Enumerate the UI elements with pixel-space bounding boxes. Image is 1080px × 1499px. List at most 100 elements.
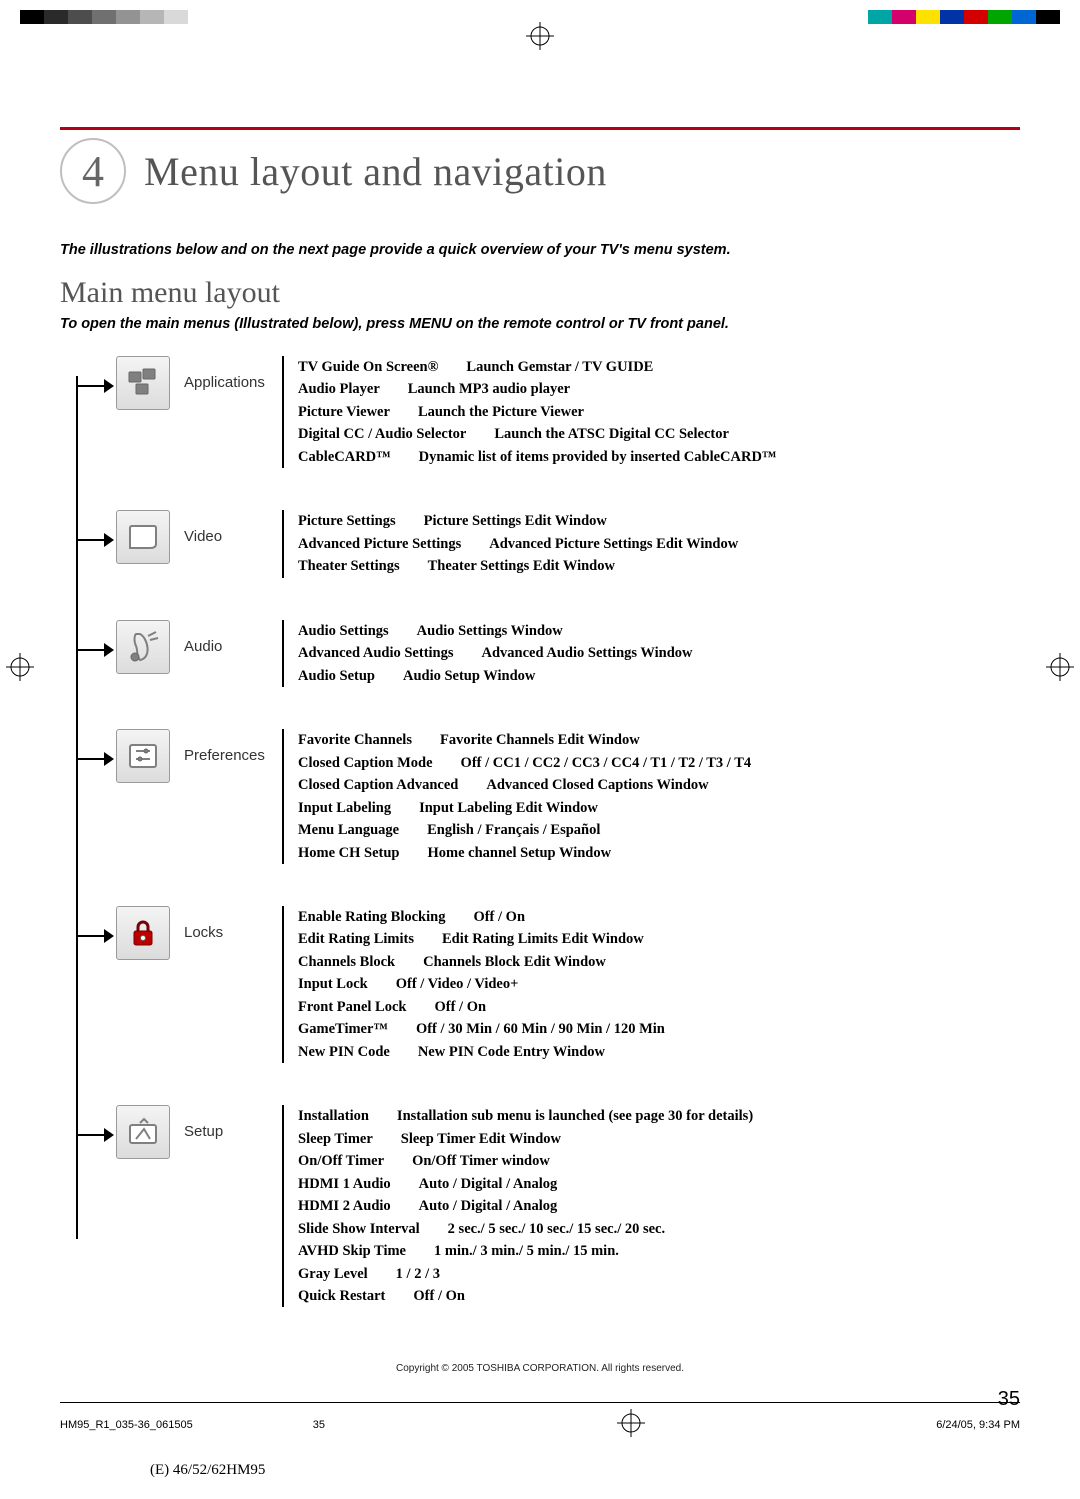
menu-item-row: New PIN CodeNew PIN Code Entry Window: [298, 1041, 665, 1063]
menu-item-row: Advanced Audio SettingsAdvanced Audio Se…: [298, 642, 693, 664]
branch-arrow-icon: [76, 638, 116, 662]
menu-item-name: Favorite Channels: [298, 729, 412, 751]
menu-item-row: Favorite ChannelsFavorite Channels Edit …: [298, 729, 751, 751]
menu-item-name: On/Off Timer: [298, 1150, 384, 1172]
menu-item-name: Enable Rating Blocking: [298, 906, 445, 928]
menu-item-value: 1 / 2 / 3: [396, 1263, 440, 1285]
menu-item-row: Sleep Timer Sleep Timer Edit Window: [298, 1128, 753, 1150]
crosshair-icon: [617, 1409, 645, 1440]
chapter-number-badge: 4: [60, 138, 126, 204]
menu-item-value: Auto / Digital / Analog: [419, 1173, 558, 1195]
category-label: Audio: [184, 638, 276, 655]
branch-arrow-icon: [76, 374, 116, 398]
menu-item-row: HDMI 1 AudioAuto / Digital / Analog: [298, 1173, 753, 1195]
menu-item-value: Audio Settings Window: [417, 620, 563, 642]
model-line: (E) 46/52/62HM95: [150, 1462, 1020, 1479]
menu-item-name: Edit Rating Limits: [298, 928, 414, 950]
menu-item-row: Closed Caption ModeOff / CC1 / CC2 / CC3…: [298, 752, 751, 774]
item-group-bar: [282, 1105, 284, 1307]
item-group-bar: [282, 510, 284, 577]
menu-item-value: Off / 30 Min / 60 Min / 90 Min / 120 Min: [416, 1018, 665, 1040]
menu-item-row: Enable Rating BlockingOff / On: [298, 906, 665, 928]
menu-item-name: Sleep Timer: [298, 1128, 373, 1150]
menu-item-row: Digital CC / Audio Selector Launch the AT…: [298, 423, 776, 445]
chapter-title: Menu layout and navigation: [144, 148, 607, 195]
menu-item-value: Launch the Picture Viewer: [418, 401, 584, 423]
menu-item-row: Advanced Picture SettingsAdvanced Pictur…: [298, 533, 738, 555]
menu-item-row: CableCARD™Dynamic list of items provided…: [298, 446, 776, 468]
print-registration-bars: [0, 0, 1080, 24]
menu-item-row: Edit Rating LimitsEdit Rating Limits Edi…: [298, 928, 665, 950]
item-list: Audio SettingsAudio Settings WindowAdvan…: [298, 620, 693, 687]
setup-icon: [116, 1105, 170, 1159]
menu-item-row: TV Guide On Screen® Launch Gemstar / TV G…: [298, 356, 776, 378]
menu-item-value: Theater Settings Edit Window: [428, 555, 615, 577]
menu-item-name: HDMI 2 Audio: [298, 1195, 391, 1217]
menu-item-name: Input Lock: [298, 973, 368, 995]
menu-item-value: Launch the ATSC Digital CC Selector: [494, 423, 729, 445]
color-swatches: [868, 10, 1060, 24]
menu-item-value: 2 sec./ 5 sec./ 10 sec./ 15 sec./ 20 sec…: [448, 1218, 665, 1240]
menu-item-row: Picture SettingsPicture Settings Edit Wi…: [298, 510, 738, 532]
menu-item-name: Input Labeling: [298, 797, 391, 819]
menu-item-name: Digital CC / Audio Selector: [298, 423, 466, 445]
menu-item-value: Advanced Picture Settings Edit Window: [489, 533, 738, 555]
menu-item-value: English / Français / Español: [427, 819, 600, 841]
item-list: Enable Rating BlockingOff / OnEdit Ratin…: [298, 906, 665, 1063]
category-label: Applications: [184, 374, 276, 391]
item-list: Picture SettingsPicture Settings Edit Wi…: [298, 510, 738, 577]
menu-tree: Applications TV Guide On Screen® Launch Ge…: [76, 356, 1020, 1307]
page-number: 35: [998, 1388, 1020, 1411]
audio-icon: [116, 620, 170, 674]
menu-item-value: Off / Video / Video+: [396, 973, 519, 995]
sheet-number: 35: [313, 1419, 325, 1431]
item-group-bar: [282, 620, 284, 687]
doc-id: HM95_R1_035-36_061505: [60, 1419, 193, 1431]
menu-item-name: Gray Level: [298, 1263, 368, 1285]
menu-branch: SetupInstallationInstallation sub menu i…: [76, 1105, 1020, 1307]
menu-item-value: Advanced Closed Captions Window: [486, 774, 708, 796]
menu-branch: Applications TV Guide On Screen® Launch Ge…: [76, 356, 1020, 468]
locks-icon: [116, 906, 170, 960]
menu-item-name: Closed Caption Mode: [298, 752, 433, 774]
item-list: Favorite ChannelsFavorite Channels Edit …: [298, 729, 751, 864]
menu-item-value: Off / On: [434, 996, 486, 1018]
menu-item-row: Channels BlockChannels Block Edit Window: [298, 951, 665, 973]
item-group-bar: [282, 729, 284, 864]
menu-item-name: Home CH Setup: [298, 842, 400, 864]
registration-mark-top: [0, 22, 1080, 55]
menu-item-value: Sleep Timer Edit Window: [401, 1128, 561, 1150]
menu-item-row: Audio PlayerLaunch MP3 audio player: [298, 378, 776, 400]
menu-item-row: Audio SetupAudio Setup Window: [298, 665, 693, 687]
menu-item-name: Slide Show Interval: [298, 1218, 420, 1240]
section-note: To open the main menus (Illustrated belo…: [60, 316, 1020, 332]
menu-item-name: Front Panel Lock: [298, 996, 406, 1018]
menu-item-value: Dynamic list of items provided by insert…: [419, 446, 777, 468]
menu-item-row: Picture Viewer Launch the Picture Viewer: [298, 401, 776, 423]
menu-item-name: AVHD Skip Time: [298, 1240, 406, 1262]
menu-item-row: AVHD Skip Time1 min./ 3 min./ 5 min./ 15…: [298, 1240, 753, 1262]
gray-step-wedge: [20, 10, 212, 24]
menu-item-row: Input Lock Off / Video / Video+: [298, 973, 665, 995]
item-group-bar: [282, 906, 284, 1063]
chapter-rule: [60, 127, 1020, 130]
menu-item-name: Audio Setup: [298, 665, 375, 687]
menu-item-value: Auto / Digital / Analog: [419, 1195, 558, 1217]
menu-item-name: TV Guide On Screen®: [298, 356, 438, 378]
menu-item-row: GameTimer™Off / 30 Min / 60 Min / 90 Min…: [298, 1018, 665, 1040]
menu-item-name: Picture Viewer: [298, 401, 390, 423]
menu-item-name: Audio Player: [298, 378, 380, 400]
menu-item-name: New PIN Code: [298, 1041, 390, 1063]
menu-item-name: Menu Language: [298, 819, 399, 841]
menu-item-row: Slide Show Interval 2 sec./ 5 sec./ 10 se…: [298, 1218, 753, 1240]
chapter-intro: The illustrations below and on the next …: [60, 242, 1020, 258]
menu-item-value: On/Off Timer window: [412, 1150, 550, 1172]
menu-item-value: Launch Gemstar / TV GUIDE: [466, 356, 653, 378]
branch-arrow-icon: [76, 528, 116, 552]
item-group-bar: [282, 356, 284, 468]
menu-item-row: Input LabelingInput Labeling Edit Window: [298, 797, 751, 819]
item-list: TV Guide On Screen® Launch Gemstar / TV G…: [298, 356, 776, 468]
menu-item-row: Closed Caption AdvancedAdvanced Closed C…: [298, 774, 751, 796]
menu-item-row: InstallationInstallation sub menu is lau…: [298, 1105, 753, 1127]
menu-item-row: On/Off Timer On/Off Timer window: [298, 1150, 753, 1172]
